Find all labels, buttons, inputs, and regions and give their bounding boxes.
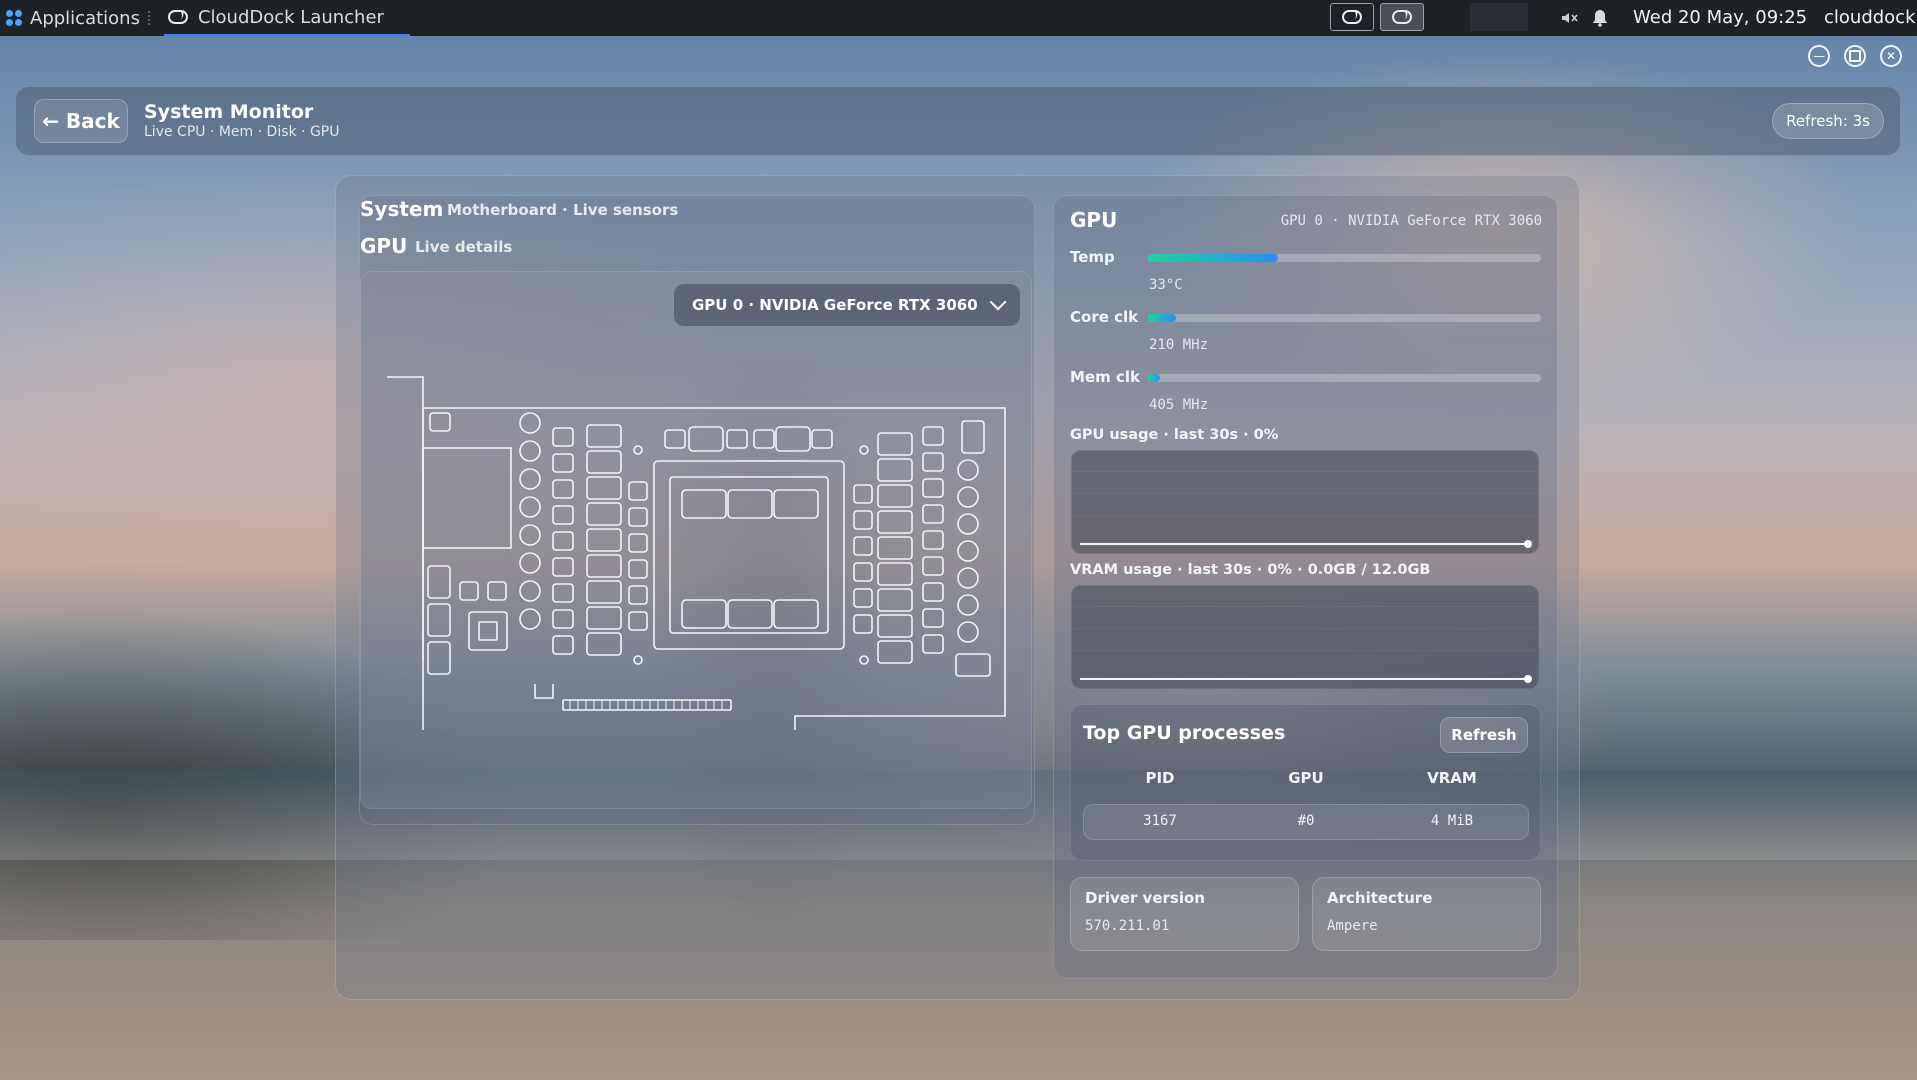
core-clock-bar-fill xyxy=(1148,314,1176,322)
gpu-model-name: GPU 0 · NVIDIA GeForce RTX 3060 xyxy=(1280,213,1542,229)
system-taskbar: Applications CloudDock Launcher xyxy=(0,0,1917,36)
gpu-usage-graph xyxy=(1071,450,1539,554)
temp-bar xyxy=(1148,254,1541,262)
clouddock-icon xyxy=(1392,10,1412,24)
maximize-icon xyxy=(1849,50,1861,62)
user-menu[interactable]: clouddock xyxy=(1824,7,1916,28)
driver-version-label: Driver version xyxy=(1085,889,1205,907)
notification-bell-icon[interactable] xyxy=(1592,9,1608,27)
system-section-subtitle: Motherboard · Live sensors xyxy=(447,201,679,219)
column-header-pid[interactable]: PID xyxy=(1100,769,1220,787)
core-clock-value: 210 MHz xyxy=(1149,337,1209,353)
vram-usage-graph xyxy=(1071,585,1539,689)
applications-icon xyxy=(6,10,22,26)
clock[interactable]: Wed 20 May, 09:25 xyxy=(1633,7,1807,28)
mem-clock-bar-fill xyxy=(1148,374,1160,382)
gpu-board-diagram xyxy=(387,376,1006,730)
gpu-section-title: GPU xyxy=(360,234,408,258)
column-header-gpu[interactable]: GPU xyxy=(1246,769,1366,787)
core-clock-bar xyxy=(1148,314,1541,322)
close-icon: ✕ xyxy=(1885,49,1897,63)
clouddock-icon xyxy=(167,10,188,24)
applications-label: Applications xyxy=(30,7,140,29)
back-button[interactable]: ← Back xyxy=(34,99,128,143)
maximize-button[interactable] xyxy=(1844,45,1866,67)
mem-clock-bar xyxy=(1148,374,1541,382)
taskbar-separator xyxy=(147,11,156,25)
minimize-button[interactable]: — xyxy=(1808,45,1830,67)
gpu-section-subtitle: Live details xyxy=(415,238,513,256)
volume-muted-icon[interactable] xyxy=(1560,9,1578,27)
applications-menu[interactable]: Applications xyxy=(0,8,140,29)
mem-clock-value: 405 MHz xyxy=(1149,397,1209,413)
column-header-vram[interactable]: VRAM xyxy=(1392,769,1512,787)
refresh-interval-button[interactable]: Refresh: 3s xyxy=(1772,103,1884,139)
gpu-select-value: GPU 0 · NVIDIA GeForce RTX 3060 xyxy=(692,296,978,314)
process-gpu: #0 xyxy=(1297,813,1315,829)
gpu-usage-latest-point xyxy=(1524,540,1532,548)
clouddock-icon xyxy=(1342,10,1362,24)
close-button[interactable]: ✕ xyxy=(1880,45,1902,67)
architecture-label: Architecture xyxy=(1327,889,1433,907)
temp-bar-fill xyxy=(1148,254,1278,262)
vram-usage-latest-point xyxy=(1524,675,1532,683)
processes-refresh-button[interactable]: Refresh xyxy=(1440,717,1528,753)
driver-version-value: 570.211.01 xyxy=(1085,918,1170,934)
gpu-usage-label: GPU usage · last 30s · 0% xyxy=(1070,427,1279,443)
gpu-select-dropdown[interactable]: GPU 0 · NVIDIA GeForce RTX 3060 xyxy=(674,284,1020,326)
system-section-title: System xyxy=(360,197,444,221)
page-title: System Monitor xyxy=(144,101,314,123)
page-subtitle: Live CPU · Mem · Disk · GPU xyxy=(144,124,340,140)
process-vram: 4 MiB xyxy=(1430,813,1474,829)
temp-value: 33°C xyxy=(1149,277,1183,293)
workspace-1-button[interactable] xyxy=(1330,3,1374,31)
gpu-card-title: GPU xyxy=(1070,208,1118,232)
mem-clock-label: Mem clk xyxy=(1070,368,1140,386)
task-label: CloudDock Launcher xyxy=(197,6,384,28)
vram-usage-label: VRAM usage · last 30s · 0% · 0.0GB / 12.… xyxy=(1070,562,1431,578)
vram-usage-line xyxy=(1080,678,1530,680)
temp-label: Temp xyxy=(1070,248,1115,266)
workspace-2-button[interactable] xyxy=(1380,3,1424,31)
architecture-value: Ampere xyxy=(1327,918,1378,934)
chevron-down-icon xyxy=(989,293,1007,311)
tray-area xyxy=(1470,3,1528,31)
gpu-processes-title: Top GPU processes xyxy=(1083,722,1286,744)
app-header: ← Back System Monitor Live CPU · Mem · D… xyxy=(15,86,1901,156)
gpu-usage-line xyxy=(1080,543,1530,545)
minimize-icon: — xyxy=(1813,49,1825,63)
core-clock-label: Core clk xyxy=(1070,308,1139,326)
process-pid: 3167 xyxy=(1143,813,1177,829)
task-clouddock-launcher[interactable]: CloudDock Launcher xyxy=(163,0,410,36)
